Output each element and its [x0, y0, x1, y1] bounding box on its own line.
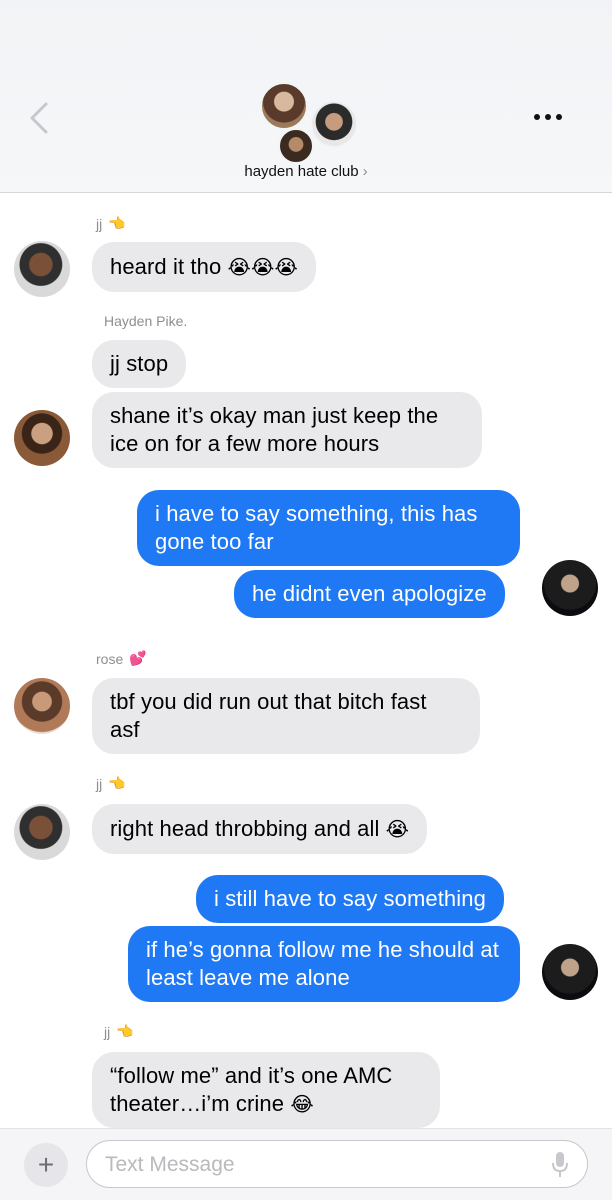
- group-member-avatar: [278, 128, 314, 164]
- group-name[interactable]: hayden hate club ›: [0, 163, 612, 180]
- incoming-message-bubble[interactable]: “follow me” and it’s one AMC theater…i’m…: [92, 1052, 440, 1128]
- plus-button[interactable]: +: [24, 1143, 68, 1187]
- two-hearts-icon: 💕: [129, 651, 147, 667]
- group-member-avatar: [310, 100, 358, 148]
- message-text: tbf you did run out that bitch fast asf: [110, 689, 427, 742]
- sender-name: jj: [96, 776, 103, 792]
- pointing-hand-icon: 👈: [108, 776, 126, 792]
- message-text: i have to say something, this has gone t…: [155, 501, 478, 554]
- message-text: “follow me” and it’s one AMC theater…i’m…: [110, 1063, 393, 1116]
- message-text: right head throbbing and all: [110, 816, 380, 841]
- sender-name: rose: [96, 651, 124, 667]
- chevron-right-icon: ›: [362, 163, 368, 180]
- crying-face-icon: 😭: [385, 817, 410, 841]
- pointing-hand-icon: 👈: [108, 216, 126, 232]
- group-avatars[interactable]: [258, 82, 358, 164]
- sender-label: Hayden Pike.: [104, 313, 187, 329]
- message-text: heard it tho: [110, 254, 222, 279]
- sender-name: jj: [96, 216, 103, 232]
- avatar[interactable]: [14, 804, 70, 860]
- incoming-message-bubble[interactable]: heard it tho 😭😭😭: [92, 242, 316, 292]
- incoming-message-bubble[interactable]: tbf you did run out that bitch fast asf: [92, 678, 480, 754]
- message-text: he didnt even apologize: [252, 581, 487, 606]
- message-text: jj stop: [110, 351, 169, 376]
- outgoing-message-bubble[interactable]: if he’s gonna follow me he should at lea…: [128, 926, 520, 1002]
- avatar[interactable]: [14, 410, 70, 466]
- sender-name: jj: [104, 1024, 111, 1040]
- more-dots-icon[interactable]: [528, 104, 568, 130]
- avatar[interactable]: [542, 560, 598, 616]
- message-text: if he’s gonna follow me he should at lea…: [146, 937, 499, 990]
- crying-face-icon: 😭😭😭: [227, 255, 298, 279]
- message-field[interactable]: [86, 1140, 588, 1188]
- pointing-hand-icon: 👈: [116, 1024, 134, 1040]
- avatar[interactable]: [14, 678, 70, 734]
- outgoing-message-bubble[interactable]: i have to say something, this has gone t…: [137, 490, 520, 566]
- outgoing-message-bubble[interactable]: i still have to say something: [196, 875, 504, 923]
- message-text: shane it’s okay man just keep the ice on…: [110, 403, 439, 456]
- sender-label: rose 💕: [96, 651, 147, 667]
- laughing-face-icon: 😂: [290, 1092, 314, 1116]
- group-name-label: hayden hate club: [244, 163, 359, 180]
- sender-label: jj 👈: [96, 216, 126, 232]
- outgoing-message-bubble[interactable]: he didnt even apologize: [234, 570, 505, 618]
- sender-label: jj 👈: [104, 1024, 134, 1040]
- incoming-message-bubble[interactable]: jj stop: [92, 340, 187, 388]
- back-chevron-icon[interactable]: [26, 100, 54, 136]
- microphone-icon[interactable]: [551, 1151, 569, 1179]
- sender-label: jj 👈: [96, 776, 126, 792]
- sender-name: Hayden Pike.: [104, 313, 188, 329]
- avatar[interactable]: [14, 241, 70, 297]
- message-input[interactable]: [103, 1151, 537, 1179]
- incoming-message-bubble[interactable]: right head throbbing and all 😭: [92, 804, 428, 854]
- incoming-message-bubble[interactable]: shane it’s okay man just keep the ice on…: [92, 392, 482, 468]
- group-member-avatar: [260, 82, 308, 130]
- compose-bar: +: [0, 1128, 612, 1200]
- conversation-header: hayden hate club ›: [0, 0, 612, 193]
- message-text: i still have to say something: [214, 886, 486, 911]
- avatar[interactable]: [542, 944, 598, 1000]
